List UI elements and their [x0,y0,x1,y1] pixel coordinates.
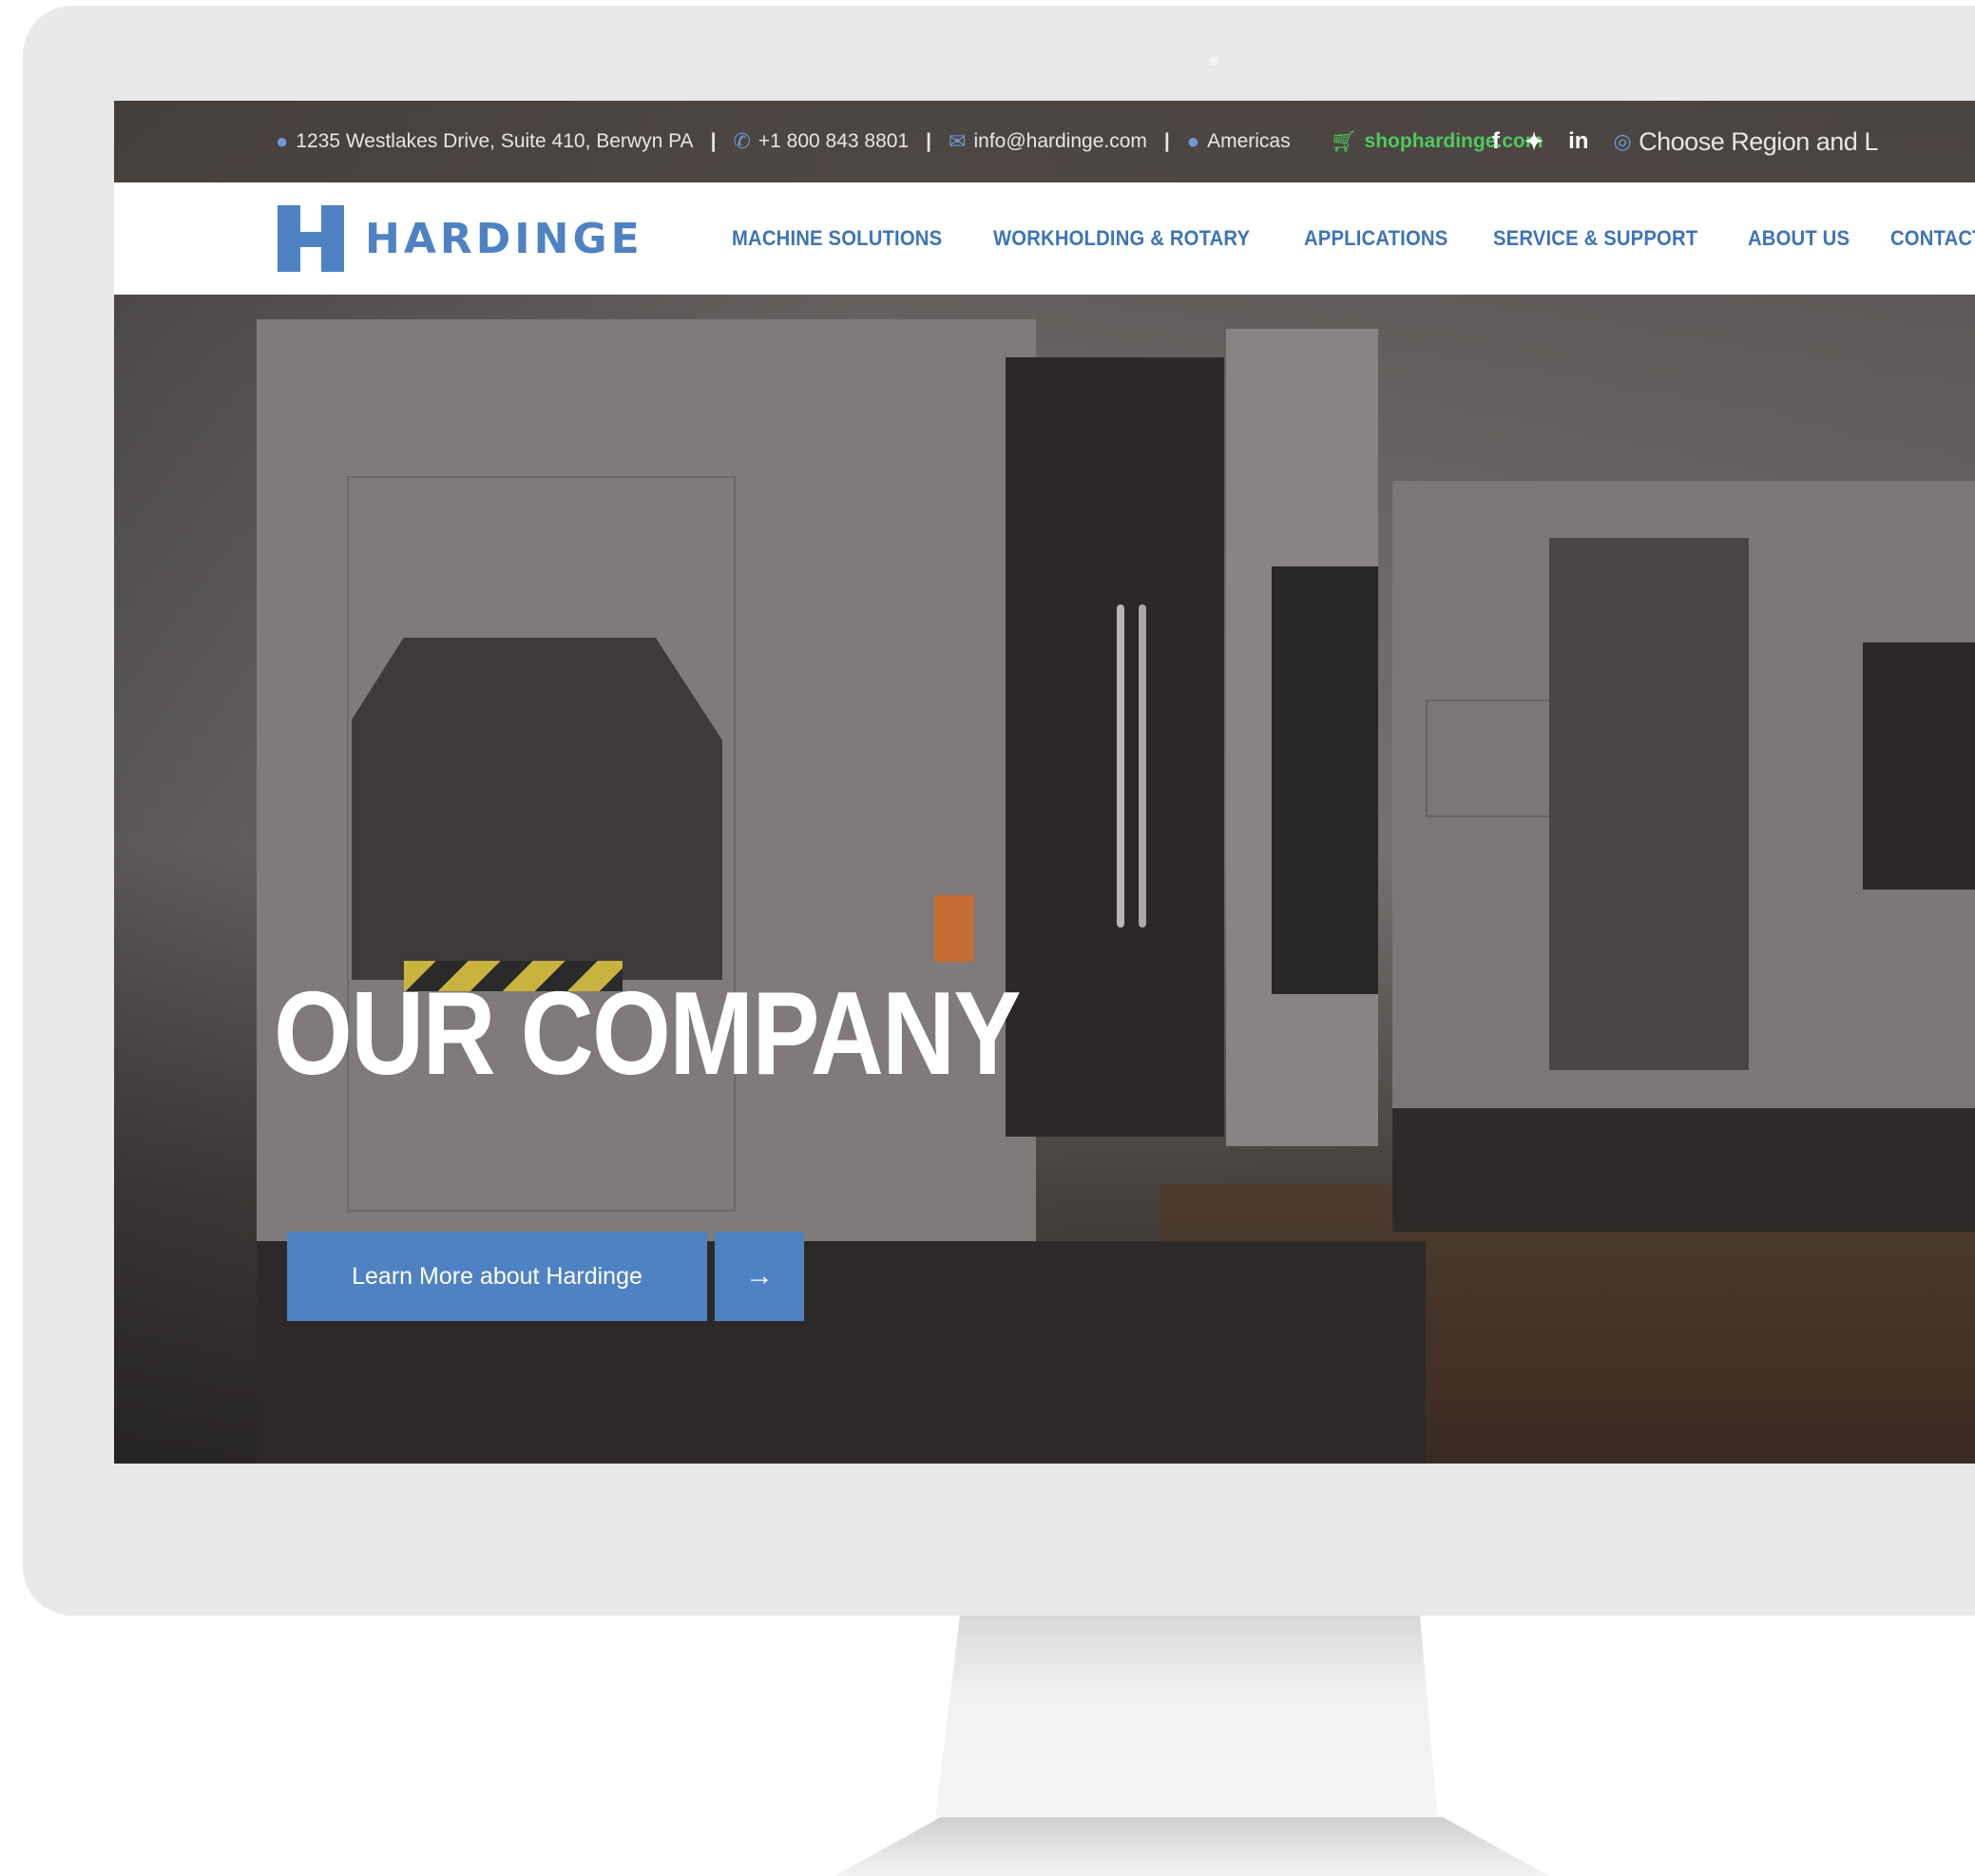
website-screen: ● 1235 Westlakes Drive, Suite 410, Berwy… [114,101,1975,1464]
nav-item-workholding-rotary[interactable]: WORKHOLDING & ROTARY [993,226,1250,251]
main-nav: MACHINE SOLUTIONS WORKHOLDING & ROTARY A… [732,182,1975,295]
brand-logo[interactable]: HARDINGE [278,205,643,272]
phone-icon: ✆ [733,129,751,153]
main-navbar: HARDINGE MACHINE SOLUTIONS WORKHOLDING &… [114,182,1975,295]
camera-dot [1209,56,1218,66]
machine-window [1549,538,1749,1070]
region-selector-label[interactable]: Choose Region and L [1639,127,1878,157]
hero-title: OUR COMPANY [274,968,1022,1100]
map-pin-icon: ● [1186,129,1200,153]
brand-name: HARDINGE [365,214,643,263]
separator: | [710,130,717,152]
machine-door [1006,357,1224,1137]
warning-label [934,895,974,962]
arrow-right-icon[interactable]: → [715,1232,804,1321]
hero-cta-group: Learn More about Hardinge → [287,1232,804,1321]
email-item[interactable]: ✉ info@hardinge.com [949,129,1147,154]
region-text[interactable]: Americas [1207,130,1291,153]
control-panel-2 [1863,642,1975,890]
cart-icon: 🛒︎ [1330,129,1357,153]
machine-base-2 [1392,1108,1975,1232]
learn-more-button[interactable]: Learn More about Hardinge [287,1232,707,1321]
region-item[interactable]: ● Americas [1187,129,1291,154]
nav-item-about-us[interactable]: ABOUT US [1748,226,1850,251]
door-handle [1139,604,1146,928]
monitor-stand [933,1616,1439,1832]
address-text: 1235 Westlakes Drive, Suite 410, Berwyn … [296,130,694,152]
logo-mark-icon [278,205,344,272]
nav-item-contact[interactable]: CONTACT [1890,226,1975,251]
control-panel [1272,566,1378,994]
globe-icon: ◎ [1613,129,1632,153]
map-pin-icon: ● [276,129,289,153]
phone-item[interactable]: ✆ +1 800 843 8801 [733,129,909,154]
machine-hood [352,638,722,980]
email-link[interactable]: info@hardinge.com [973,130,1146,153]
top-info-bar: ● 1235 Westlakes Drive, Suite 410, Berwy… [114,101,1975,182]
region-selector[interactable]: ◎ Choose Region and L [1613,127,1878,157]
address-item: ● 1235 Westlakes Drive, Suite 410, Berwy… [276,129,694,154]
envelope-icon: ✉ [949,129,967,153]
phone-text[interactable]: +1 800 843 8801 [758,130,909,153]
nav-item-machine-solutions[interactable]: MACHINE SOLUTIONS [732,226,942,251]
facebook-icon[interactable]: f [1492,128,1500,155]
separator: | [1163,130,1170,152]
machine-panel-2 [1426,699,1558,817]
monitor-base [834,1817,1549,1876]
nav-item-applications[interactable]: APPLICATIONS [1304,226,1448,251]
nav-item-service-support[interactable]: SERVICE & SUPPORT [1493,226,1697,251]
twitter-icon[interactable]: ✦ [1524,128,1544,156]
door-handle [1117,604,1124,928]
linkedin-icon[interactable]: in [1568,128,1588,155]
separator: | [926,130,932,152]
